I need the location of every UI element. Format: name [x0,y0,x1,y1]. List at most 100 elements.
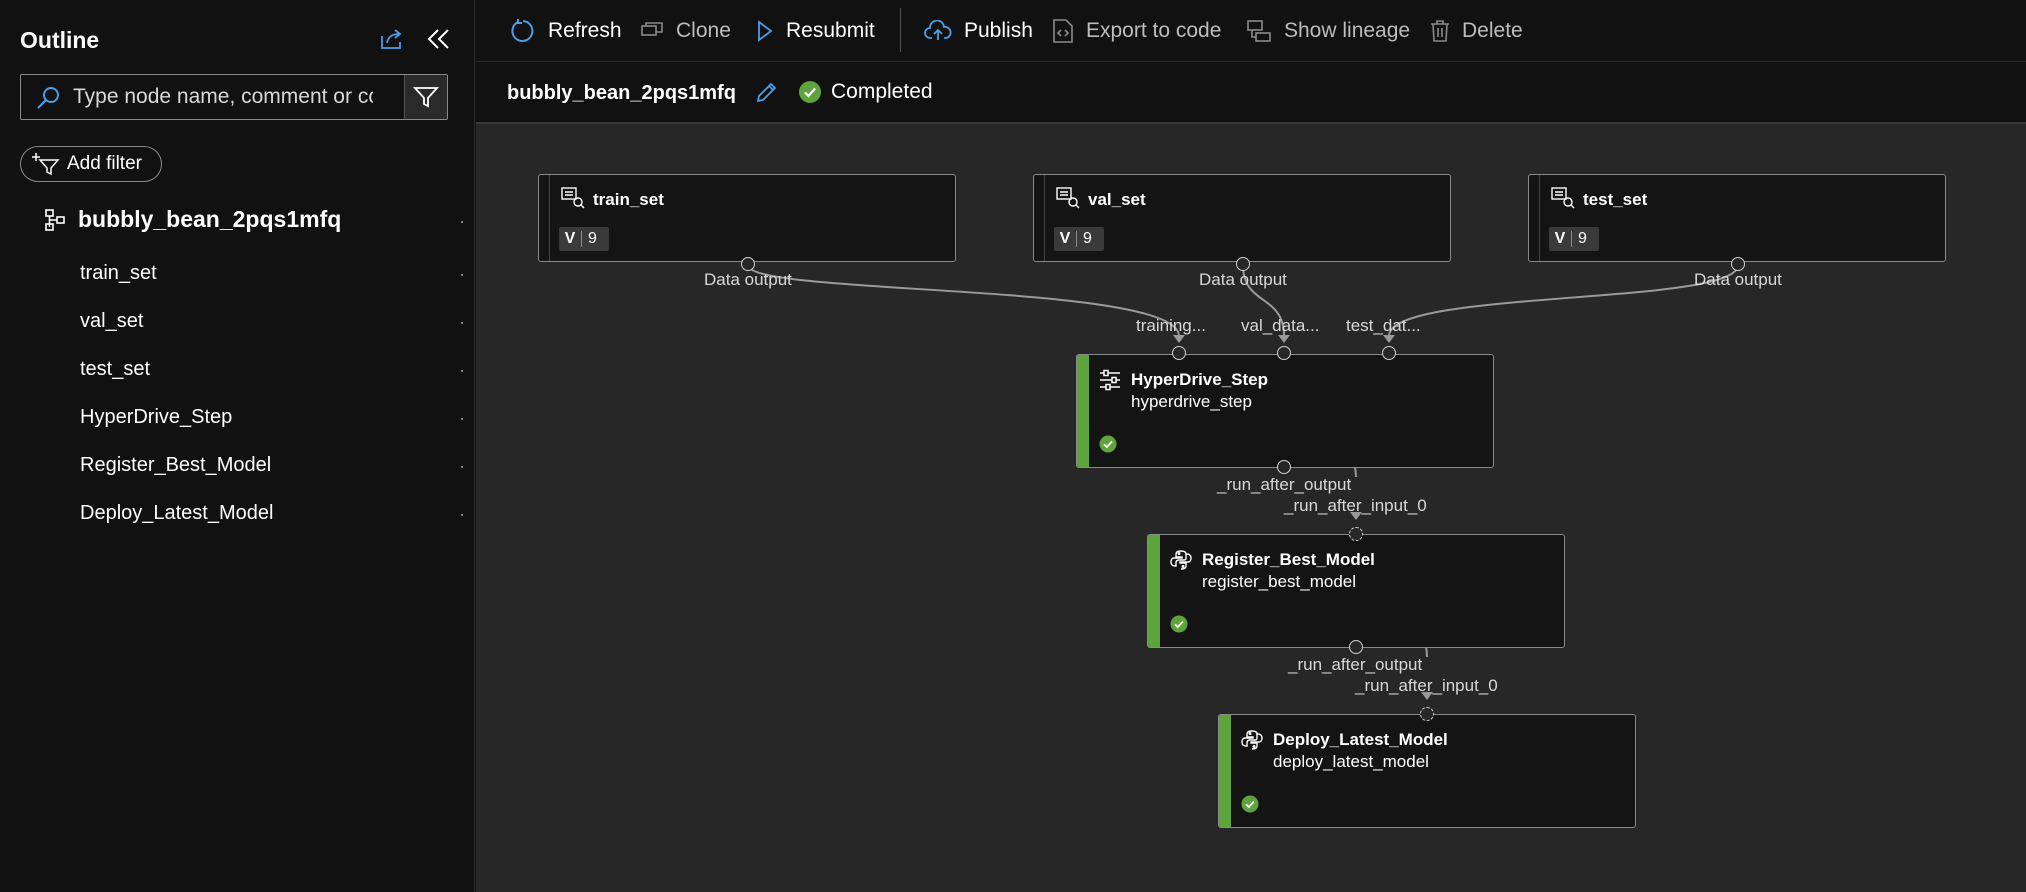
filter-icon [413,87,439,108]
node-band [1044,175,1045,261]
tree-item-hyperdrive-step[interactable]: HyperDrive_Step [80,406,232,429]
arrowhead [1173,335,1185,343]
tree-item-test-set[interactable]: test_set [80,358,150,381]
node-band [1539,175,1540,261]
cloud-upload-icon [924,20,952,42]
publish-button[interactable]: Publish [924,0,1033,62]
sliders-icon [1099,369,1121,396]
version-number: 9 [588,230,597,247]
port-label: _run_after_output [1217,475,1352,494]
step-node-register-best-model[interactable]: Register_Best_Model register_best_model [1147,534,1565,648]
input-port[interactable] [1277,346,1291,360]
tree-item-deploy-latest-model[interactable]: Deploy_Latest_Model [80,502,273,525]
export-code-icon [1052,18,1074,44]
search-icon [35,85,61,116]
step-completed-icon [1099,435,1117,458]
output-port[interactable] [1236,257,1250,271]
lineage-icon [1246,19,1272,43]
search-input[interactable] [73,75,373,119]
run-status: Completed [798,80,933,104]
export-to-code-button[interactable]: Export to code [1052,0,1221,62]
status-accent-bar [1219,715,1231,827]
output-port[interactable] [1731,257,1745,271]
resubmit-button[interactable]: Resubmit [756,0,875,62]
step-subtitle: hyperdrive_step [1131,392,1252,411]
python-icon [1241,729,1263,756]
port-label: Data output [704,270,792,289]
input-port-label: training... [1136,316,1206,335]
add-filter-button[interactable]: Add filter [20,146,162,182]
toolbar: Refresh Clone Resubmit Publish Export to… [476,0,2026,62]
step-completed-icon [1241,795,1259,818]
step-node-hyperdrive-step[interactable]: HyperDrive_Step hyperdrive_step [1076,354,1494,468]
tree-more-dot [461,370,463,372]
edit-name-icon[interactable] [755,80,779,109]
tree-item-train-set[interactable]: train_set [80,262,157,285]
dataset-name: train_set [593,190,664,209]
input-port-label: test_dat... [1346,316,1421,335]
node-band [549,175,550,261]
version-badge: V 9 [559,227,609,251]
tree-more-dot [461,466,463,468]
search-field [20,74,448,120]
delete-button[interactable]: Delete [1430,0,1523,62]
show-lineage-button[interactable]: Show lineage [1246,0,1410,62]
step-node-deploy-latest-model[interactable]: Deploy_Latest_Model deploy_latest_model [1218,714,1636,828]
tree-item-register-best-model[interactable]: Register_Best_Model [80,454,271,477]
tree-root-pipeline[interactable]: bubbly_bean_2pqs1mfq [44,206,341,233]
input-port[interactable] [1172,346,1186,360]
tree-more-dot [461,221,463,223]
dataset-icon [1056,187,1080,214]
delete-label: Delete [1462,19,1523,42]
tree-root-label: bubbly_bean_2pqs1mfq [78,206,342,232]
dataset-node-val-set[interactable]: val_set V 9 [1033,174,1451,262]
filter-button[interactable] [404,75,447,119]
dataset-node-test-set[interactable]: test_set V 9 [1528,174,1946,262]
input-port-label: val_data... [1241,316,1320,335]
step-subtitle: deploy_latest_model [1273,752,1429,771]
run-header: bubbly_bean_2pqs1mfq Completed [476,62,2026,124]
arrowhead [1278,335,1290,343]
version-prefix: V [1554,230,1566,247]
version-number: 9 [1083,230,1092,247]
refresh-button[interactable]: Refresh [510,0,622,62]
outline-panel: Outline Add f [0,0,475,892]
publish-label: Publish [964,19,1033,42]
input-port[interactable] [1349,527,1363,541]
step-name: Deploy_Latest_Model [1273,730,1448,749]
dataset-node-train-set[interactable]: train_set V 9 [538,174,956,262]
input-port-label: _run_after_input_0 [1355,676,1498,695]
tree-more-dot [461,322,463,324]
output-port[interactable] [1277,460,1291,474]
output-port[interactable] [741,257,755,271]
input-port[interactable] [1382,346,1396,360]
tree-more-dot [461,274,463,276]
version-badge: V 9 [1549,227,1599,251]
tree-item-val-set[interactable]: val_set [80,310,143,333]
tree-more-dot [461,514,463,516]
port-label: Data output [1694,270,1782,289]
input-port-label: _run_after_input_0 [1284,496,1427,515]
refresh-icon [510,18,536,44]
port-label: Data output [1199,270,1287,289]
clone-button[interactable]: Clone [640,0,731,62]
dataset-name: val_set [1088,190,1146,209]
outline-title: Outline [20,27,100,53]
status-label: Completed [831,80,933,103]
share-icon[interactable] [377,24,407,54]
add-filter-icon [32,153,60,176]
collapse-panel-icon[interactable] [423,24,455,54]
edge-test-set-to-hyperdrive [1388,264,1739,337]
input-port[interactable] [1420,707,1434,721]
pipeline-canvas[interactable]: train_set V 9 val_set V 9 test_set V 9 D… [476,124,2026,892]
clone-icon [640,20,664,42]
step-name: HyperDrive_Step [1131,370,1269,389]
play-icon [756,20,774,42]
run-name: bubbly_bean_2pqs1mfq [507,82,736,104]
tree-more-dot [461,418,463,420]
output-port[interactable] [1349,640,1363,654]
lineage-label: Show lineage [1284,19,1411,42]
dataset-icon [561,187,585,214]
pipeline-icon [45,208,65,231]
add-filter-label: Add filter [67,153,142,174]
